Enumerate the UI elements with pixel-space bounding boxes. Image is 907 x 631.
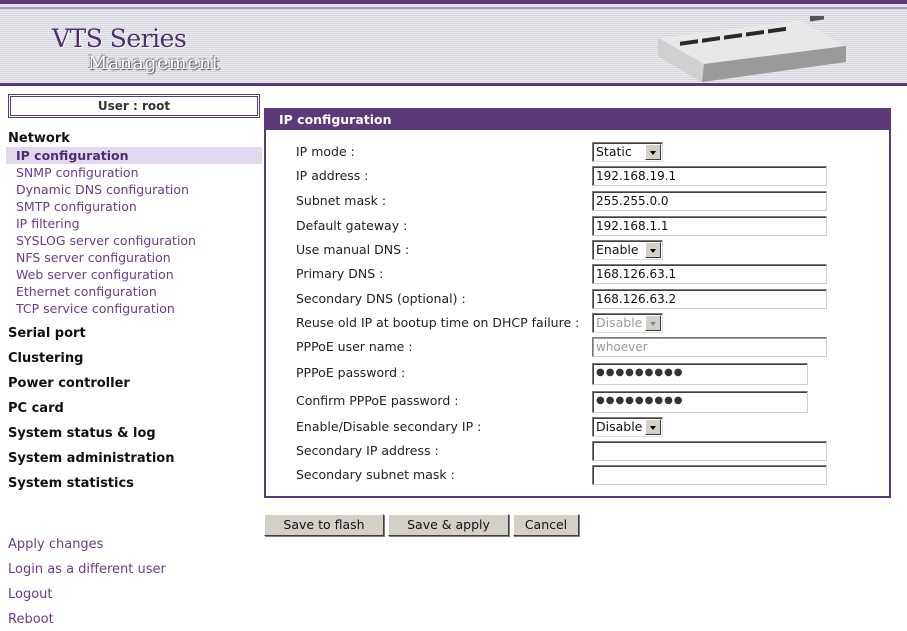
pppoe-password-input[interactable]: ●●●●●●●●● — [592, 363, 808, 385]
primary-dns-label: Primary DNS : — [296, 266, 384, 281]
nav-section-power-controller[interactable]: Power controller — [8, 376, 130, 391]
ip-address-input[interactable]: 192.168.19.1 — [592, 166, 827, 186]
user-label: User : root — [10, 96, 258, 116]
row-secondary-ip-toggle: Enable/Disable secondary IP : Disable — [296, 417, 856, 437]
subnet-mask-input[interactable]: 255.255.0.0 — [592, 191, 827, 211]
cancel-button[interactable]: Cancel — [513, 514, 579, 536]
sidebar-item-snmp-configuration[interactable]: SNMP configuration — [6, 164, 262, 181]
pppoe-password-label: PPPoE password : — [296, 365, 406, 380]
pppoe-user-name-input[interactable]: whoever — [592, 337, 827, 357]
row-default-gateway: Default gateway : 192.168.1.1 — [296, 216, 856, 236]
sidebar-item-tcp-service-configuration[interactable]: TCP service configuration — [6, 300, 262, 317]
row-use-manual-dns: Use manual DNS : Enable — [296, 240, 856, 260]
row-secondary-subnet-mask: Secondary subnet mask : — [296, 465, 856, 485]
ip-configuration-panel: IP configuration IP mode : Static IP add… — [264, 108, 891, 498]
nav-section-clustering[interactable]: Clustering — [8, 351, 83, 366]
nav-section-serial-port[interactable]: Serial port — [8, 326, 86, 341]
sidebar-item-ip-filtering[interactable]: IP filtering — [6, 215, 262, 232]
default-gateway-label: Default gateway : — [296, 218, 408, 233]
save-to-flash-button[interactable]: Save to flash — [264, 514, 384, 536]
sidebar-item-ethernet-configuration[interactable]: Ethernet configuration — [6, 283, 262, 300]
nav-section-network[interactable]: Network — [8, 131, 70, 146]
subnet-mask-label: Subnet mask : — [296, 193, 387, 208]
reboot-link[interactable]: Reboot — [8, 612, 54, 627]
row-primary-dns: Primary DNS : 168.126.63.1 — [296, 264, 856, 284]
secondary-dns-input[interactable]: 168.126.63.2 — [592, 289, 827, 309]
save-apply-button[interactable]: Save & apply — [388, 514, 509, 536]
header-banner: VTS Series Management — [0, 0, 907, 86]
ip-mode-label: IP mode : — [296, 144, 355, 159]
ip-address-label: IP address : — [296, 168, 369, 183]
device-image-icon — [658, 16, 846, 82]
brand-subtitle: Management — [88, 52, 220, 74]
network-submenu: IP configuration SNMP configuration Dyna… — [6, 147, 262, 317]
chevron-down-icon[interactable] — [645, 419, 661, 435]
secondary-subnet-mask-input[interactable] — [592, 465, 827, 485]
nav-section-system-administration[interactable]: System administration — [8, 451, 174, 466]
row-secondary-dns: Secondary DNS (optional) : 168.126.63.2 — [296, 289, 856, 309]
header-rule — [0, 7, 907, 9]
brand-title: VTS Series — [52, 24, 187, 53]
pppoe-user-name-label: PPPoE user name : — [296, 339, 413, 354]
chevron-down-icon[interactable] — [645, 144, 661, 160]
sidebar-item-web-server-configuration[interactable]: Web server configuration — [6, 266, 262, 283]
row-ip-address: IP address : 192.168.19.1 — [296, 166, 856, 186]
chevron-down-icon[interactable] — [645, 242, 661, 258]
confirm-pppoe-password-label: Confirm PPPoE password : — [296, 393, 459, 408]
nav-section-system-status-log[interactable]: System status & log — [8, 426, 156, 441]
confirm-pppoe-password-input[interactable]: ●●●●●●●●● — [592, 391, 808, 413]
reuse-old-ip-select[interactable]: Disable — [592, 313, 663, 333]
use-manual-dns-select[interactable]: Enable — [592, 240, 663, 260]
sidebar-item-ip-configuration[interactable]: IP configuration — [6, 147, 262, 164]
user-box: User : root — [8, 94, 260, 118]
secondary-subnet-mask-label: Secondary subnet mask : — [296, 467, 455, 482]
reuse-old-ip-value: Disable — [596, 315, 643, 330]
row-pppoe-user-name: PPPoE user name : whoever — [296, 337, 856, 357]
secondary-ip-toggle-value: Disable — [596, 419, 643, 434]
ip-mode-value: Static — [596, 144, 632, 159]
sidebar-item-dynamic-dns-configuration[interactable]: Dynamic DNS configuration — [6, 181, 262, 198]
chevron-down-icon[interactable] — [645, 315, 661, 331]
sidebar-item-syslog-server-configuration[interactable]: SYSLOG server configuration — [6, 232, 262, 249]
nav-section-pc-card[interactable]: PC card — [8, 401, 64, 416]
default-gateway-input[interactable]: 192.168.1.1 — [592, 216, 827, 236]
sidebar-item-nfs-server-configuration[interactable]: NFS server configuration — [6, 249, 262, 266]
row-secondary-ip-address: Secondary IP address : — [296, 441, 856, 461]
row-pppoe-password: PPPoE password : ●●●●●●●●● — [296, 363, 856, 385]
reuse-old-ip-label: Reuse old IP at bootup time on DHCP fail… — [296, 315, 580, 330]
secondary-dns-label: Secondary DNS (optional) : — [296, 291, 466, 306]
secondary-ip-address-label: Secondary IP address : — [296, 443, 439, 458]
use-manual-dns-label: Use manual DNS : — [296, 242, 410, 257]
login-different-user-link[interactable]: Login as a different user — [8, 562, 166, 577]
secondary-ip-address-input[interactable] — [592, 441, 827, 461]
apply-changes-link[interactable]: Apply changes — [8, 537, 103, 552]
nav-section-system-statistics[interactable]: System statistics — [8, 476, 134, 491]
row-confirm-pppoe-password: Confirm PPPoE password : ●●●●●●●●● — [296, 391, 856, 413]
row-reuse-old-ip: Reuse old IP at bootup time on DHCP fail… — [296, 313, 856, 333]
secondary-ip-toggle-label: Enable/Disable secondary IP : — [296, 419, 482, 434]
primary-dns-input[interactable]: 168.126.63.1 — [592, 264, 827, 284]
logout-link[interactable]: Logout — [8, 587, 53, 602]
row-ip-mode: IP mode : Static — [296, 142, 856, 162]
panel-title: IP configuration — [266, 110, 889, 130]
use-manual-dns-value: Enable — [596, 242, 639, 257]
sidebar-item-smtp-configuration[interactable]: SMTP configuration — [6, 198, 262, 215]
ip-mode-select[interactable]: Static — [592, 142, 663, 162]
row-subnet-mask: Subnet mask : 255.255.0.0 — [296, 191, 856, 211]
secondary-ip-toggle-select[interactable]: Disable — [592, 417, 663, 437]
